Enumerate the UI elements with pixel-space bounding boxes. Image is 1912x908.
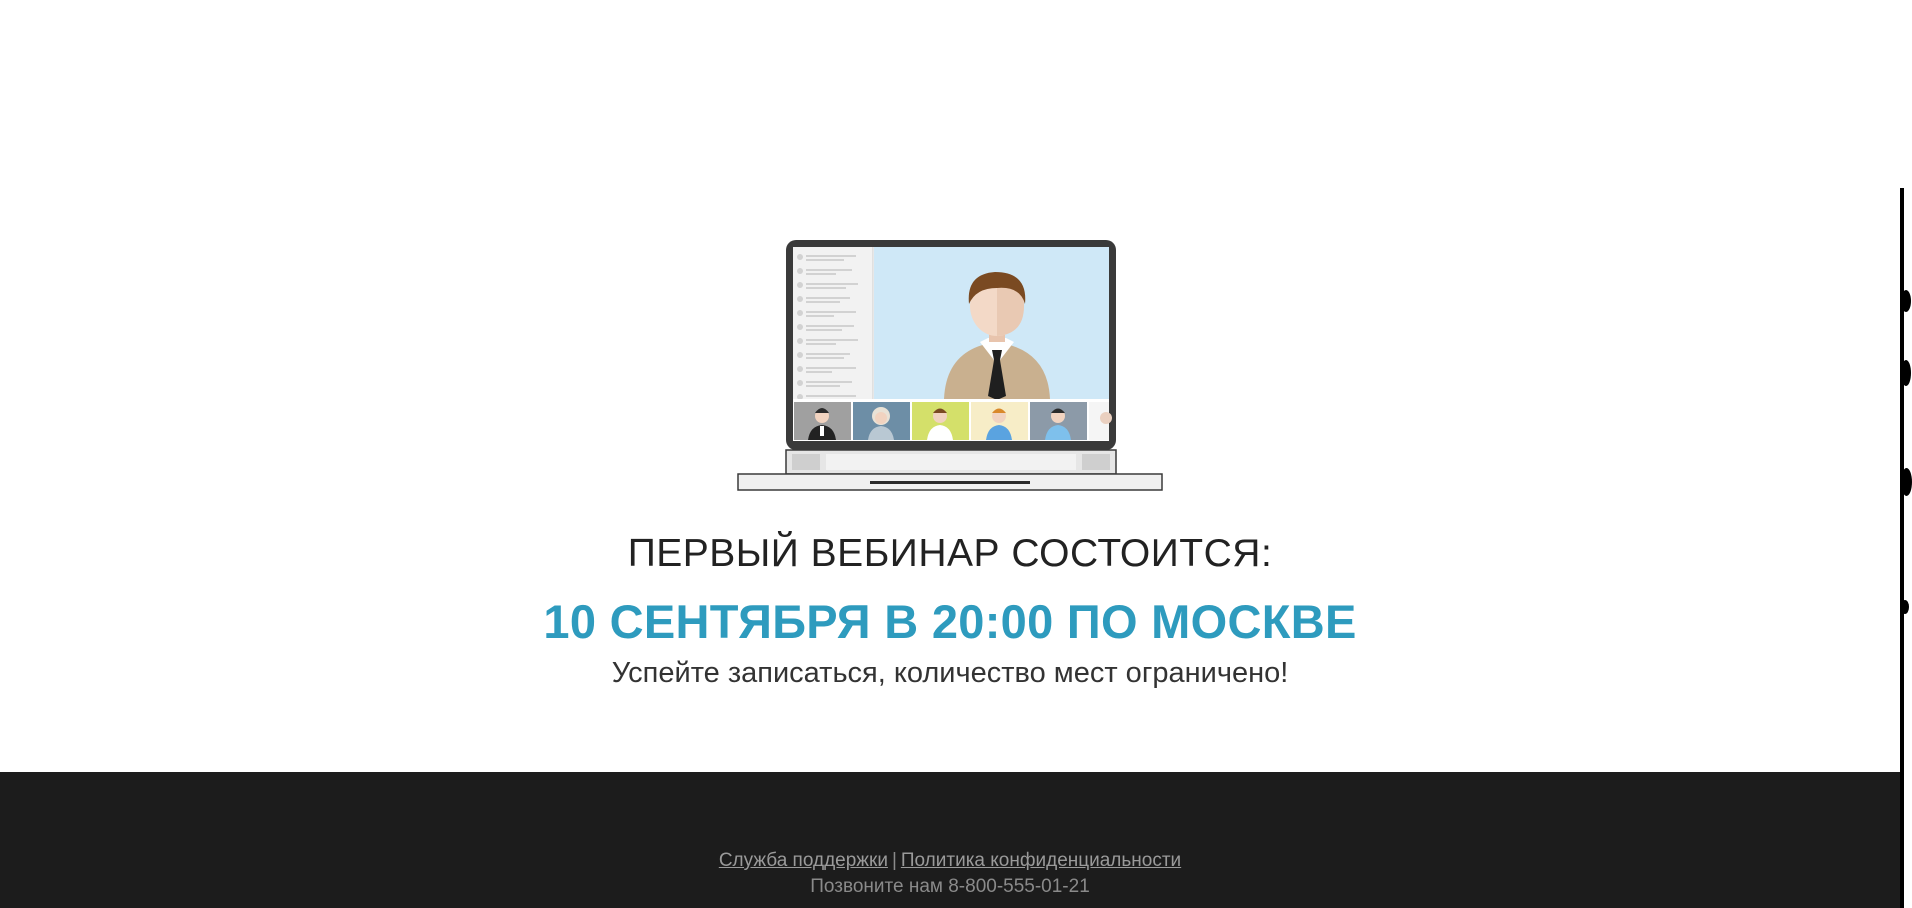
edge-artifact	[1901, 468, 1912, 496]
laptop-video-conference-icon	[737, 240, 1163, 491]
edge-artifact	[1901, 600, 1909, 614]
edge-artifact	[1901, 290, 1911, 312]
window-edge	[1900, 0, 1912, 908]
footer-separator: |	[891, 850, 897, 871]
privacy-policy-link[interactable]: Политика конфиденциальности	[901, 850, 1181, 871]
webinar-headline: ПЕРВЫЙ ВЕБИНАР СОСТОИТСЯ:	[627, 532, 1273, 575]
footer-links: Служба поддержки | Политика конфиденциальн…	[0, 850, 1900, 872]
hero-section: ПЕРВЫЙ ВЕБИНАР СОСТОИТСЯ: 10 СЕНТЯБРЯ В …	[0, 0, 1900, 772]
edge-artifact	[1901, 360, 1911, 386]
page: ПЕРВЫЙ ВЕБИНАР СОСТОИТСЯ: 10 СЕНТЯБРЯ В …	[0, 0, 1900, 908]
footer: Служба поддержки | Политика конфиденциальн…	[0, 772, 1900, 908]
footer-phone: Позвоните нам 8-800-555-01-21	[810, 876, 1090, 897]
webinar-date: 10 СЕНТЯБРЯ В 20:00 ПО МОСКВЕ	[543, 595, 1357, 648]
webinar-subtext: Успейте записаться, количество мест огра…	[611, 657, 1289, 689]
support-link[interactable]: Служба поддержки	[719, 850, 888, 871]
